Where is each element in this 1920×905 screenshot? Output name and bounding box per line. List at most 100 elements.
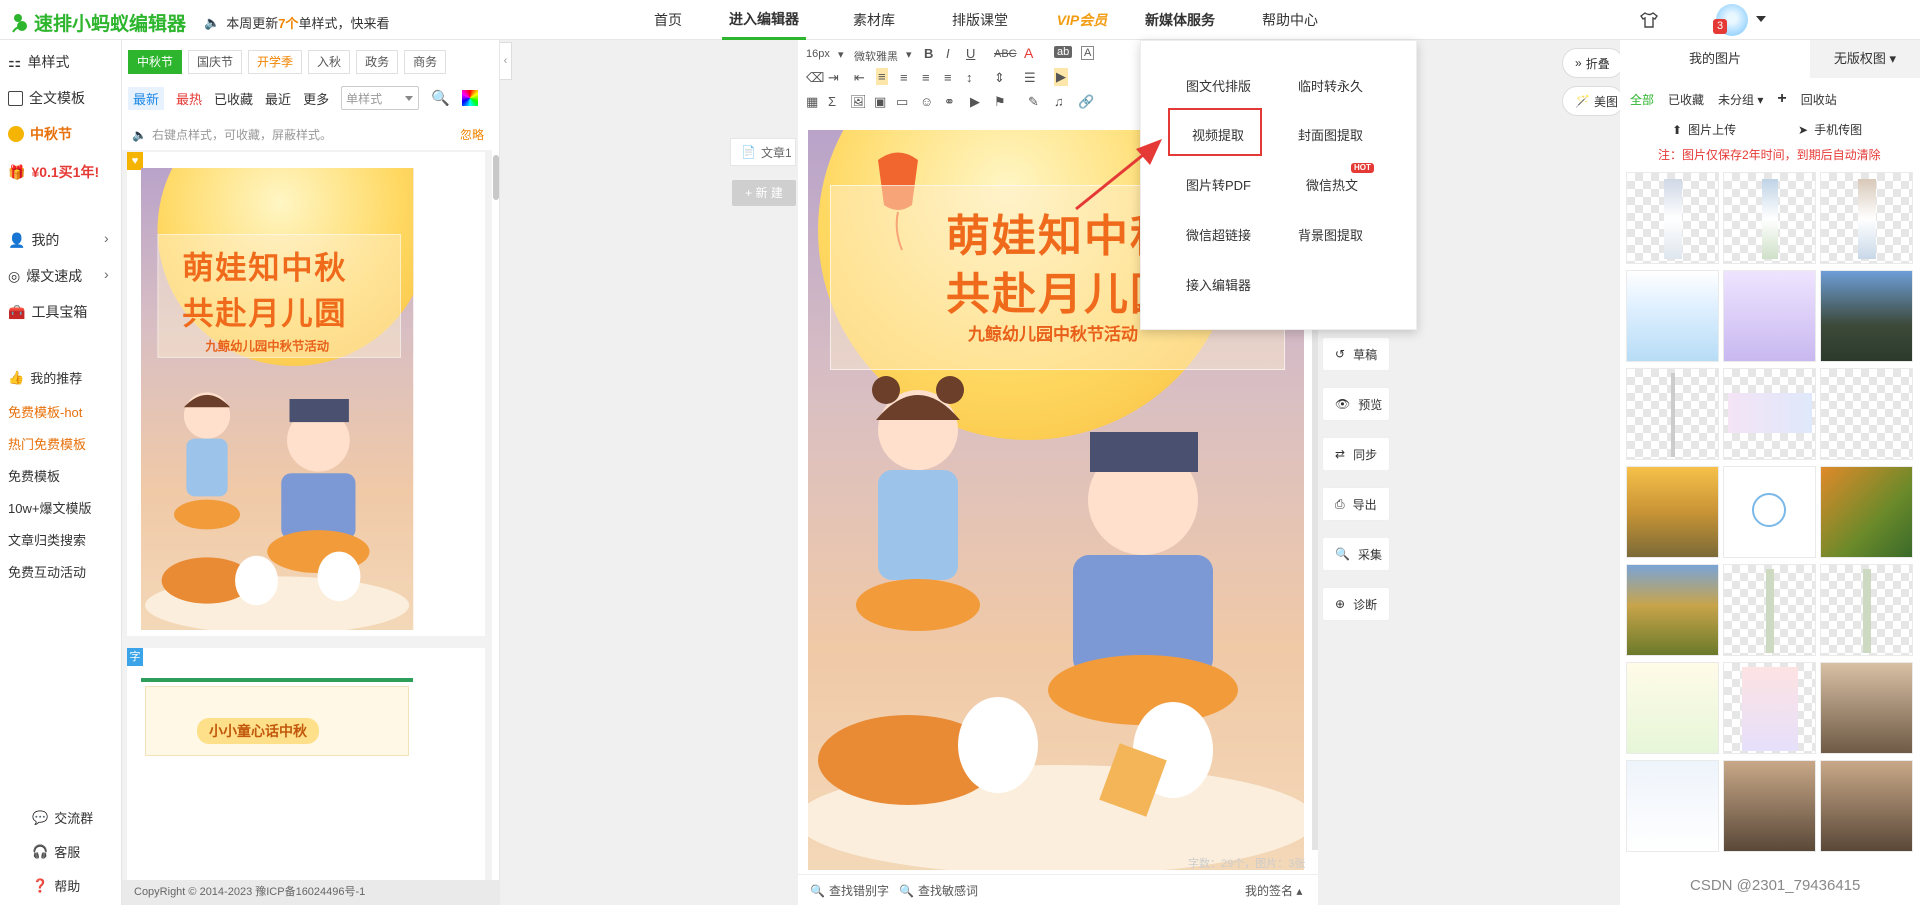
image-thumbnail[interactable] [1723, 270, 1816, 362]
image-icon[interactable]: 🖼 [850, 94, 867, 110]
nav-vip[interactable]: VIP会员 [1046, 0, 1118, 40]
strikethrough-icon[interactable]: ABC [994, 48, 1017, 60]
tab-mid-autumn[interactable]: 中秋节 [128, 50, 183, 74]
image-thumbnail[interactable] [1723, 466, 1816, 558]
chevron-down-icon[interactable]: ▾ [838, 48, 844, 61]
tab-business[interactable]: 商务 [404, 50, 447, 74]
template-card[interactable]: 字 小小童心话中秋 [127, 648, 485, 888]
sidebar-item-service[interactable]: 🎧 客服 [32, 842, 80, 861]
tab-my-images[interactable]: 我的图片 [1620, 40, 1810, 78]
draft-button[interactable]: ↺ 草稿 [1322, 337, 1390, 371]
new-document-button[interactable]: + 新 建 [732, 180, 796, 206]
music-icon[interactable]: ♫ [1054, 94, 1064, 109]
collapse-button[interactable]: » 折叠 [1562, 48, 1624, 78]
image-thumbnail[interactable] [1626, 172, 1719, 264]
italic-icon[interactable]: I [946, 46, 950, 61]
filter-all[interactable]: 全部 [1630, 91, 1654, 108]
picture-frame-icon[interactable]: ▣ [874, 94, 886, 110]
image-thumbnail[interactable] [1723, 564, 1816, 656]
scrollbar[interactable] [493, 155, 499, 200]
image-thumbnail[interactable] [1820, 270, 1913, 362]
sidebar-item-help[interactable]: ❓ 帮助 [32, 876, 80, 895]
font-color-icon[interactable]: A [1024, 45, 1033, 61]
menu-item-wechat-link[interactable]: 微信超链接 [1186, 225, 1251, 244]
find-typo-button[interactable]: 🔍 查找错别字 [810, 882, 889, 899]
filter-favorited[interactable]: 已收藏 [1668, 91, 1704, 108]
sidebar-link-interactive[interactable]: 免费互动活动 [8, 562, 86, 581]
menu-item-layout-service[interactable]: 图文代排版 [1186, 76, 1251, 95]
sidebar-item-single-style[interactable]: ⚏ 单样式 [8, 52, 69, 72]
chevron-down-icon[interactable] [1756, 16, 1766, 22]
image-thumbnail[interactable] [1723, 172, 1816, 264]
stamp-icon[interactable]: ⚑ [994, 94, 1006, 110]
filter-latest[interactable]: 最新 [128, 86, 165, 110]
style-type-select[interactable]: 单样式 [341, 86, 420, 110]
image-thumbnail[interactable] [1820, 564, 1913, 656]
sidebar-item-recommend[interactable]: 👍 我的推荐 [8, 368, 82, 387]
font-size-select[interactable]: 16px [806, 48, 830, 60]
nav-home[interactable]: 首页 [640, 0, 696, 40]
shirt-icon[interactable] [1639, 10, 1659, 30]
export-button[interactable]: ⎙ 导出 [1322, 487, 1390, 521]
sidebar-item-mid-autumn[interactable]: 中秋节 [8, 124, 72, 144]
magic-wand-icon[interactable]: ✎ [1028, 94, 1039, 110]
indent-icon[interactable]: ⇥ [828, 70, 839, 86]
align-right-icon[interactable]: ≡ [922, 70, 930, 85]
add-group-icon[interactable]: + [1777, 90, 1786, 108]
filter-more[interactable]: 更多 [303, 89, 329, 108]
nav-help[interactable]: 帮助中心 [1252, 0, 1328, 40]
image-thumbnail[interactable] [1626, 466, 1719, 558]
image-thumbnail[interactable] [1626, 760, 1719, 852]
tab-gov[interactable]: 政务 [356, 50, 399, 74]
menu-item-background-extract[interactable]: 背景图提取 [1298, 225, 1363, 244]
underline-icon[interactable]: U [966, 46, 975, 61]
paragraph-spacing-icon[interactable]: ⇕ [994, 70, 1005, 86]
logo[interactable]: 速排小蚂蚁编辑器 [10, 9, 186, 36]
align-center-icon[interactable]: ≡ [900, 70, 908, 85]
filter-recent[interactable]: 最近 [265, 89, 291, 108]
sidebar-item-group[interactable]: 💬 交流群 [32, 808, 93, 827]
image-thumbnail[interactable] [1820, 760, 1913, 852]
highlight-icon[interactable]: ab [1054, 46, 1073, 58]
image-thumbnail[interactable] [1626, 368, 1719, 460]
nav-materials[interactable]: 素材库 [836, 0, 912, 40]
menu-item-image-to-pdf[interactable]: 图片转PDF [1186, 175, 1251, 194]
line-height-icon[interactable]: ↕ [966, 70, 973, 85]
sidebar-link-free-hot[interactable]: 免费模板-hot [8, 402, 82, 421]
sidebar-link-hot-free[interactable]: 热门免费模板 [8, 434, 86, 453]
tab-national-day[interactable]: 国庆节 [188, 50, 243, 74]
sync-button[interactable]: ⇄ 同步 [1322, 437, 1390, 471]
tab-free-images[interactable]: 无版权图 ▾ [1810, 40, 1920, 78]
chain-link-icon[interactable]: 🔗 [1078, 94, 1094, 110]
template-card[interactable]: ♥ 萌娃知中秋 共赴月儿圆 九鲸幼儿园中秋节活动 [127, 152, 485, 636]
chevron-down-icon[interactable]: ▾ [906, 48, 912, 61]
image-thumbnail[interactable] [1820, 368, 1913, 460]
image-thumbnail[interactable] [1820, 172, 1913, 264]
outdent-icon[interactable]: ⇤ [854, 70, 865, 86]
sidebar-item-mine[interactable]: 👤 我的 [8, 230, 59, 250]
menu-item-wechat-hot[interactable]: 微信热文 [1306, 175, 1358, 194]
list-icon[interactable]: ☰ [1024, 70, 1036, 86]
text-box-icon[interactable]: A [1081, 46, 1095, 60]
search-icon[interactable]: 🔍 [431, 89, 450, 107]
format-painter-icon[interactable]: ▶ [1054, 68, 1068, 86]
image-thumbnail[interactable] [1626, 270, 1719, 362]
filter-recycle-bin[interactable]: 回收站 [1801, 91, 1837, 108]
sidebar-item-full-template[interactable]: 全文模板 [8, 88, 85, 108]
table-icon[interactable]: ▦ [806, 94, 818, 110]
preview-button[interactable]: 👁 预览 [1322, 387, 1390, 421]
nav-editor[interactable]: 进入编辑器 [722, 0, 806, 40]
find-sensitive-button[interactable]: 🔍 查找敏感词 [899, 882, 978, 899]
sidebar-link-viral-templates[interactable]: 10w+爆文模版 [8, 498, 91, 517]
signature-button[interactable]: 我的签名 ▴ [1245, 882, 1302, 899]
beautify-button[interactable]: 🪄 美图 [1562, 86, 1624, 116]
image-thumbnail[interactable] [1626, 662, 1719, 754]
image-thumbnail[interactable] [1723, 760, 1816, 852]
sidebar-item-promo[interactable]: 🎁 ¥0.1买1年! [8, 162, 99, 182]
ignore-tip-button[interactable]: 忽略 [460, 126, 484, 143]
image-thumbnail[interactable] [1626, 564, 1719, 656]
formula-icon[interactable]: Σ [828, 94, 836, 109]
image-thumbnail[interactable] [1723, 662, 1816, 754]
tab-autumn[interactable]: 入秋 [308, 50, 351, 74]
sidebar-link-free[interactable]: 免费模板 [8, 466, 60, 485]
